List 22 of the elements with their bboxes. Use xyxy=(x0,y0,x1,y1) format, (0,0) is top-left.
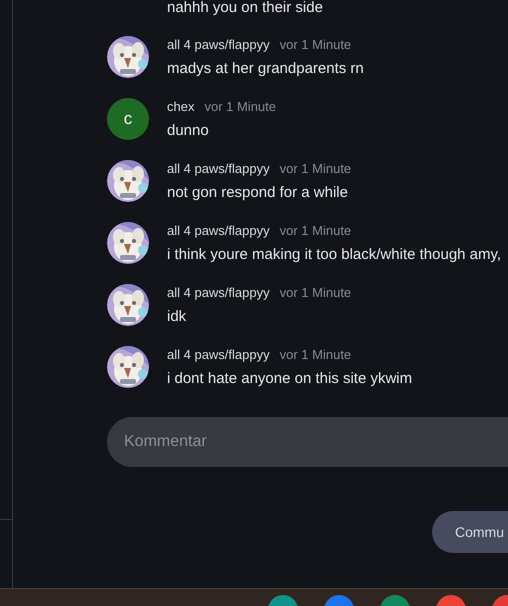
comment-text: dunno xyxy=(167,122,210,140)
author-name: all 4 paws/flappyy xyxy=(167,284,270,302)
timestamp: vor 1 Minute xyxy=(280,284,352,302)
author-name: all 4 paws/flappyy xyxy=(167,160,270,178)
comment-text: i think youre making it too black/white though amy, xyxy=(167,246,502,264)
comment-field[interactable]: Kommentar xyxy=(107,417,508,467)
comment-text: i dont hate anyone on this site ykwim xyxy=(167,370,412,388)
author-name: all 4 paws/flappyy xyxy=(167,346,270,364)
avatar: c xyxy=(107,98,149,140)
author-name: chex xyxy=(167,98,194,116)
timestamp: vor 1 Minute xyxy=(280,36,352,54)
timestamp: vor 1 Minute xyxy=(280,222,352,240)
timestamp: vor 1 Minute xyxy=(280,346,352,364)
author-name: all 4 paws/flappyy xyxy=(167,222,270,240)
timestamp: vor 1 Minute xyxy=(204,98,276,116)
comment-text: nahhh you on their side xyxy=(167,0,324,16)
author-name: all 4 paws/flappyy xyxy=(167,36,270,54)
comment-text: not gon respond for a while xyxy=(167,184,349,202)
comment-text: idk xyxy=(167,308,188,326)
timestamp: vor 1 Minute xyxy=(280,160,352,178)
comment-text: madys at her grandparents rn xyxy=(167,60,364,78)
submit-button[interactable]: Commu xyxy=(432,511,508,553)
